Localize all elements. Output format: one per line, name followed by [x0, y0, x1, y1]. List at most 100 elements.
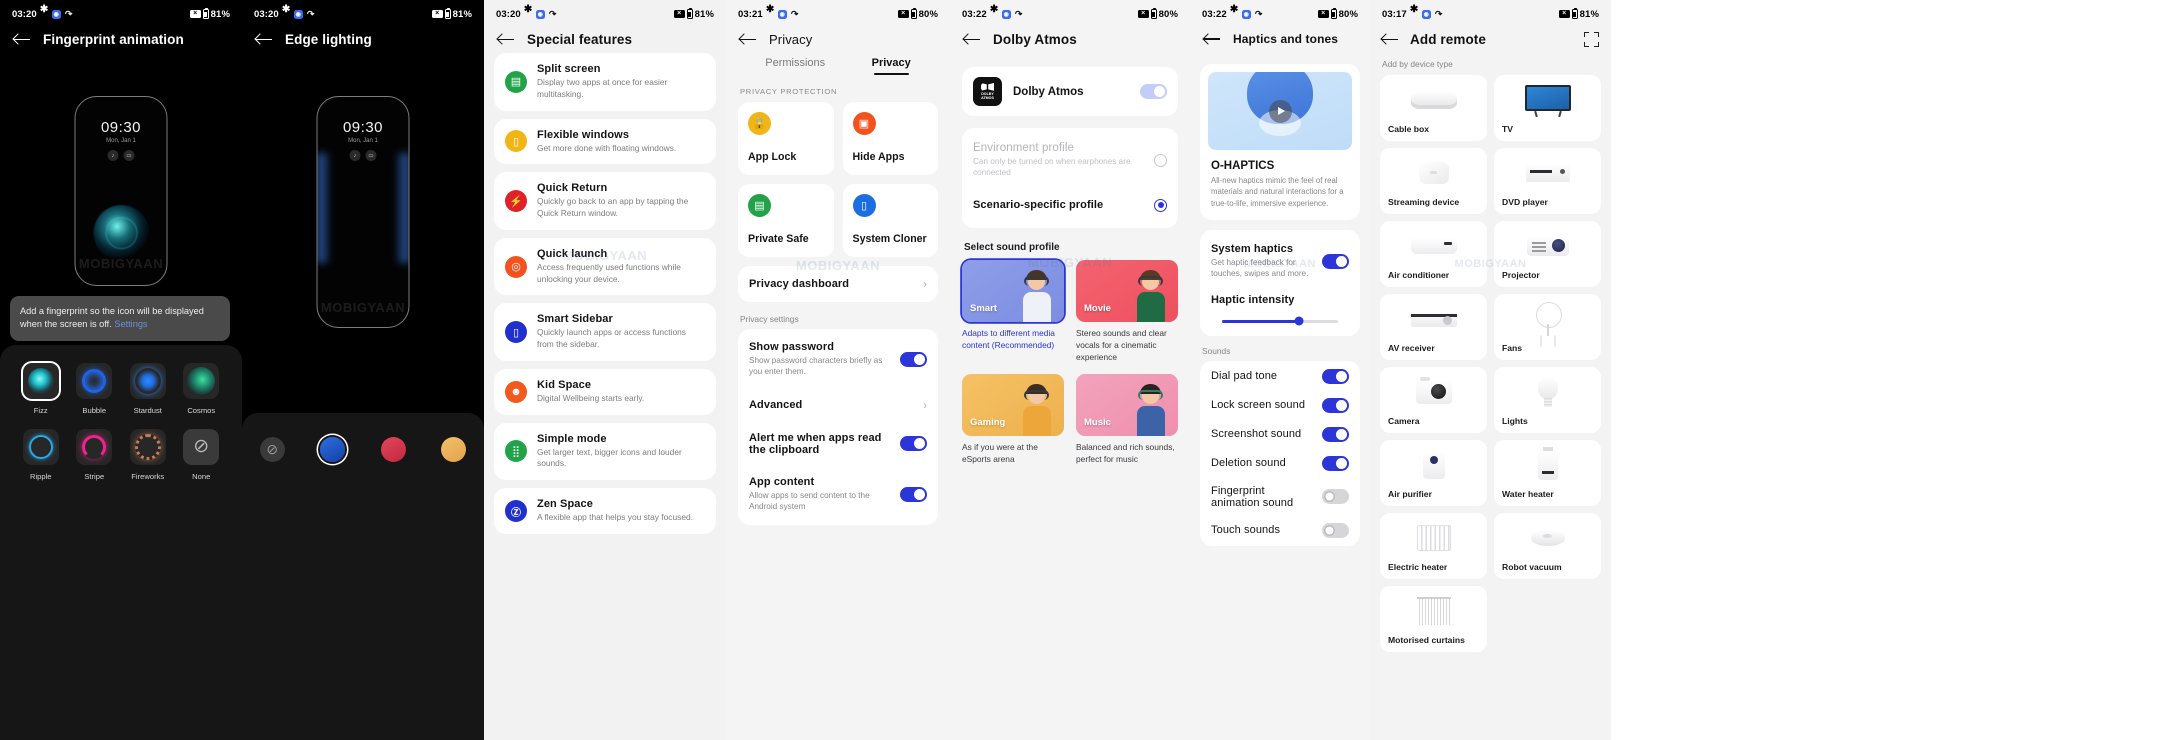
feature-zen-space[interactable]: Ⓩ Zen Space A flexible app that helps yo…	[494, 488, 716, 534]
tooltip-settings-link[interactable]: Settings	[114, 319, 147, 329]
cosmos-thumb-icon[interactable]	[183, 363, 220, 399]
touch-sounds-toggle[interactable]	[1322, 522, 1349, 538]
app-content-toggle[interactable]	[900, 486, 927, 502]
row-deletion-sound[interactable]: Deletion sound	[1211, 449, 1349, 478]
fizz-thumb-icon[interactable]	[22, 363, 59, 399]
device-robot-vacuum[interactable]: Robot vacuum	[1494, 513, 1601, 579]
color-option-amber[interactable]	[441, 437, 467, 462]
feature-kid-space[interactable]: ☻ Kid Space Digital Wellbeing starts ear…	[494, 368, 716, 415]
scenario-profile-radio[interactable]	[1154, 198, 1167, 212]
dolby-master-row[interactable]: DOLBY ATMOS Dolby Atmos	[962, 67, 1178, 116]
row-touch-sounds[interactable]: Touch sounds	[1211, 516, 1349, 545]
ripple-thumb-icon[interactable]	[22, 429, 59, 465]
bubble-thumb-icon[interactable]	[76, 363, 113, 399]
gaming-profile-image[interactable]: Gaming	[962, 373, 1064, 436]
device-tv[interactable]: TV	[1494, 75, 1601, 141]
color-option-none[interactable]	[259, 437, 285, 462]
profile-smart[interactable]: Smart Adapts to different media content …	[962, 259, 1064, 364]
device-fans[interactable]: Fans	[1494, 294, 1601, 360]
feature-simple-mode[interactable]: ⣿ Simple mode Get larger text, bigger ic…	[494, 422, 716, 481]
dial-pad-tone-toggle[interactable]	[1322, 368, 1349, 384]
show-password-toggle[interactable]	[900, 351, 927, 367]
row-clipboard-alert[interactable]: Alert me when apps read the clipboard	[749, 422, 927, 466]
feature-split-screen[interactable]: ▤ Split screen Display two apps at once …	[494, 53, 716, 111]
screenshot-sound-toggle[interactable]	[1322, 426, 1349, 442]
clipboard-alert-toggle[interactable]	[900, 436, 927, 452]
feature-flexible-windows[interactable]: ▯ Flexible windows Get more done with fl…	[494, 118, 716, 165]
music-profile-image[interactable]: Music	[1076, 373, 1178, 436]
tile-private-safe[interactable]: ▤ Private Safe	[738, 184, 834, 257]
feature-smart-sidebar[interactable]: ▯ Smart Sidebar Quickly launch apps or a…	[494, 303, 716, 361]
none-thumb-icon[interactable]	[183, 429, 220, 465]
back-arrow-icon[interactable]	[498, 33, 515, 47]
environment-profile-radio[interactable]	[1154, 153, 1167, 167]
device-motorised-curtains[interactable]: Motorised curtains	[1380, 586, 1487, 652]
device-av-receiver[interactable]: AV receiver	[1380, 294, 1487, 360]
stripe-thumb-icon[interactable]	[76, 429, 113, 465]
o-haptics-card[interactable]: O-HAPTICS All-new haptics mimic the feel…	[1200, 64, 1360, 220]
row-environment-profile[interactable]: Environment profile Can only be turned o…	[973, 132, 1167, 189]
feature-quick-launch[interactable]: ◎ Quick launch Access frequently used fu…	[494, 237, 716, 296]
device-air-conditioner[interactable]: Air conditioner	[1380, 221, 1487, 287]
profile-movie[interactable]: Movie Stereo sounds and clear vocals for…	[1076, 259, 1178, 364]
row-dial-pad-tone[interactable]: Dial pad tone	[1211, 362, 1349, 391]
row-scenario-profile[interactable]: Scenario-specific profile	[973, 189, 1167, 222]
haptic-intensity-slider[interactable]	[1211, 306, 1349, 336]
device-cable-box[interactable]: Cable box	[1380, 75, 1487, 141]
device-water-heater[interactable]: Water heater	[1494, 440, 1601, 506]
tile-system-cloner[interactable]: ▯ System Cloner	[842, 184, 938, 257]
row-system-haptics[interactable]: System haptics Get haptic feedback for t…	[1211, 233, 1349, 290]
animation-option-stripe[interactable]: Stripe	[68, 429, 122, 481]
tile-app-lock[interactable]: 🔒 App Lock	[738, 102, 834, 175]
row-app-content[interactable]: App content Allow apps to send content t…	[749, 466, 927, 523]
dolby-master-toggle[interactable]	[1140, 84, 1167, 99]
back-arrow-icon[interactable]	[1204, 32, 1221, 46]
play-icon[interactable]	[1268, 99, 1292, 123]
row-privacy-dashboard[interactable]: Privacy dashboard ›	[738, 266, 938, 302]
back-arrow-icon[interactable]	[1382, 33, 1399, 47]
device-lights[interactable]: Lights	[1494, 367, 1601, 433]
profile-music[interactable]: Music Balanced and rich sounds, perfect …	[1076, 373, 1178, 465]
row-lock-screen-sound[interactable]: Lock screen sound	[1211, 391, 1349, 420]
row-label: Dial pad tone	[1211, 370, 1278, 383]
device-air-purifier[interactable]: Air purifier	[1380, 440, 1487, 506]
movie-profile-image[interactable]: Movie	[1076, 259, 1178, 322]
tab-privacy[interactable]: Privacy	[872, 57, 911, 75]
profile-gaming[interactable]: Gaming As if you were at the eSports are…	[962, 373, 1064, 465]
scan-icon[interactable]	[1584, 32, 1599, 47]
row-screenshot-sound[interactable]: Screenshot sound	[1211, 420, 1349, 449]
color-option-blue[interactable]	[320, 437, 346, 462]
smart-profile-image[interactable]: Smart	[962, 259, 1064, 322]
row-advanced[interactable]: Advanced ›	[749, 388, 927, 422]
animation-option-fizz[interactable]: Fizz	[14, 363, 68, 415]
animation-option-stardust[interactable]: Stardust	[121, 363, 175, 415]
lock-screen-sound-toggle[interactable]	[1322, 397, 1349, 413]
device-electric-heater[interactable]: Electric heater	[1380, 513, 1487, 579]
dvd-player-icon	[1525, 164, 1570, 182]
back-arrow-icon[interactable]	[14, 33, 31, 47]
fingerprint-animation-sound-toggle[interactable]	[1322, 489, 1349, 505]
row-show-password[interactable]: Show password Show password characters b…	[749, 331, 927, 388]
back-arrow-icon[interactable]	[740, 33, 757, 47]
deletion-sound-toggle[interactable]	[1322, 455, 1349, 471]
system-haptics-toggle[interactable]	[1322, 253, 1349, 269]
o-haptics-video-thumb[interactable]	[1208, 72, 1352, 150]
row-fingerprint-animation-sound[interactable]: Fingerprint animation sound	[1211, 478, 1349, 516]
device-dvd-player[interactable]: DVD player	[1494, 148, 1601, 214]
device-streaming-device[interactable]: Streaming device	[1380, 148, 1487, 214]
feature-quick-return[interactable]: ⚡ Quick Return Quickly go back to an app…	[494, 172, 716, 230]
animation-option-none[interactable]: None	[175, 429, 229, 481]
tab-permissions[interactable]: Permissions	[765, 57, 825, 75]
stardust-thumb-icon[interactable]	[129, 363, 166, 399]
back-arrow-icon[interactable]	[256, 33, 273, 47]
animation-option-ripple[interactable]: Ripple	[14, 429, 68, 481]
animation-option-cosmos[interactable]: Cosmos	[175, 363, 229, 415]
animation-option-bubble[interactable]: Bubble	[68, 363, 122, 415]
fireworks-thumb-icon[interactable]	[129, 429, 166, 465]
tile-hide-apps[interactable]: ▣ Hide Apps	[842, 102, 938, 175]
animation-option-fireworks[interactable]: Fireworks	[121, 429, 175, 481]
device-camera[interactable]: Camera	[1380, 367, 1487, 433]
back-arrow-icon[interactable]	[964, 33, 981, 47]
color-option-red[interactable]	[380, 437, 406, 462]
device-projector[interactable]: Projector	[1494, 221, 1601, 287]
